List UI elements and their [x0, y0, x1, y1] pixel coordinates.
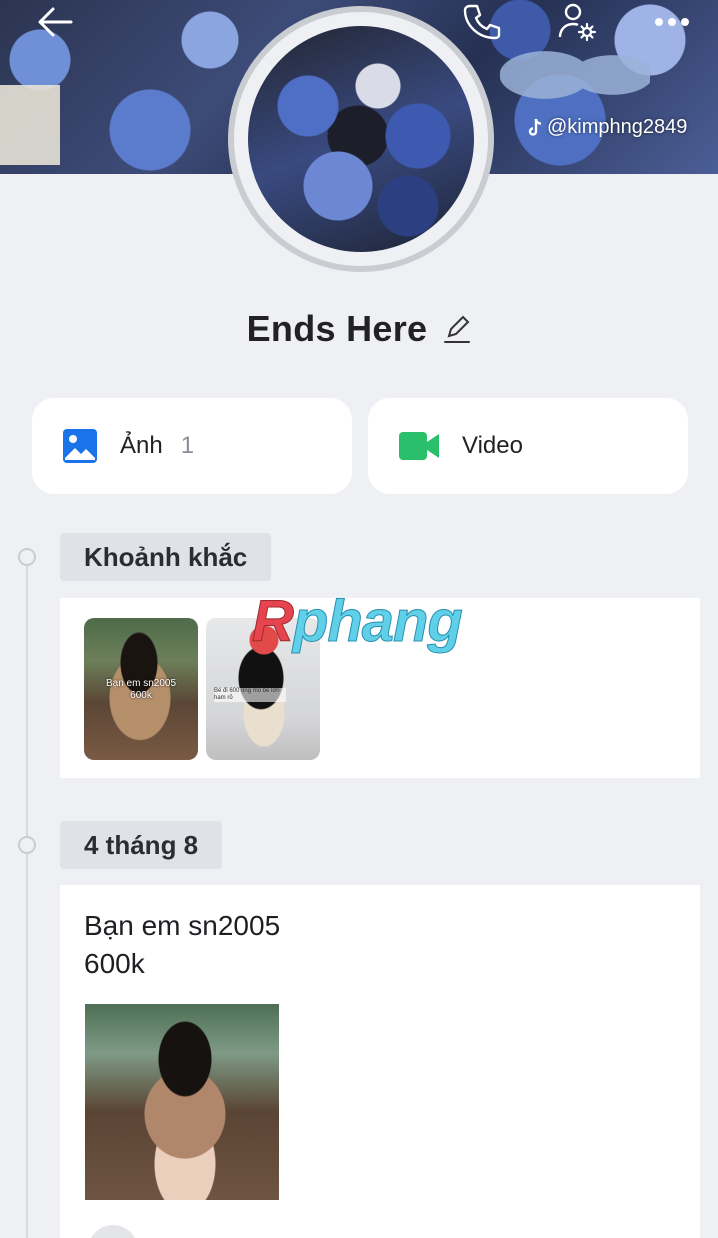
- profile-name: Ends Here: [246, 308, 428, 349]
- profile-name-row: Ends Here: [0, 308, 718, 350]
- videos-label: Video: [462, 432, 523, 459]
- back-button[interactable]: [22, 0, 88, 44]
- avatar[interactable]: [248, 26, 474, 252]
- timeline-tag-date: 4 tháng 8: [60, 821, 223, 869]
- phone-icon: [463, 4, 501, 40]
- moment-caption: Bé đi 600 ông mỏ bé lớn ham rõ: [214, 688, 286, 702]
- tiktok-watermark: @kimphng2849: [527, 116, 687, 139]
- cover-decoration: [0, 85, 60, 165]
- post-text: Bạn em sn2005 600k: [84, 910, 281, 979]
- user-gear-icon: [558, 3, 597, 42]
- profile-page: @kimphng2849 Ends Here Ảnh 1 Video Khoản…: [0, 0, 718, 1238]
- edit-pencil-icon[interactable]: [443, 314, 471, 344]
- video-camera-icon: [399, 432, 439, 460]
- photos-count: 1: [180, 432, 195, 459]
- tiktok-handle: @kimphng2849: [547, 116, 688, 138]
- tiktok-icon: [528, 118, 542, 136]
- photos-label: Ảnh: [120, 432, 163, 459]
- watermark-logo: Rphang: [252, 589, 464, 655]
- image-icon: [63, 429, 97, 463]
- reaction-avatar[interactable]: [88, 1225, 138, 1238]
- timeline-tag-moments: Khoảnh khắc: [60, 533, 272, 581]
- timeline-dot: [18, 548, 36, 566]
- arrow-left-icon: [38, 7, 73, 37]
- profile-settings-button[interactable]: [550, 0, 604, 44]
- post-card[interactable]: Bạn em sn2005 600k: [60, 885, 700, 1238]
- more-options-button[interactable]: [646, 0, 698, 44]
- call-button[interactable]: [456, 0, 506, 44]
- moment-thumbnail[interactable]: Bạn em sn2005 600k: [84, 618, 198, 760]
- photos-button[interactable]: Ảnh 1: [32, 398, 352, 494]
- timeline-line: [26, 556, 28, 1238]
- videos-button[interactable]: Video: [368, 398, 688, 494]
- moment-caption: Bạn em sn2005 600k: [105, 678, 177, 701]
- post-image[interactable]: [85, 1004, 279, 1200]
- more-dots-icon: [655, 18, 689, 26]
- avatar-frame: [228, 6, 494, 272]
- timeline-dot: [18, 836, 36, 854]
